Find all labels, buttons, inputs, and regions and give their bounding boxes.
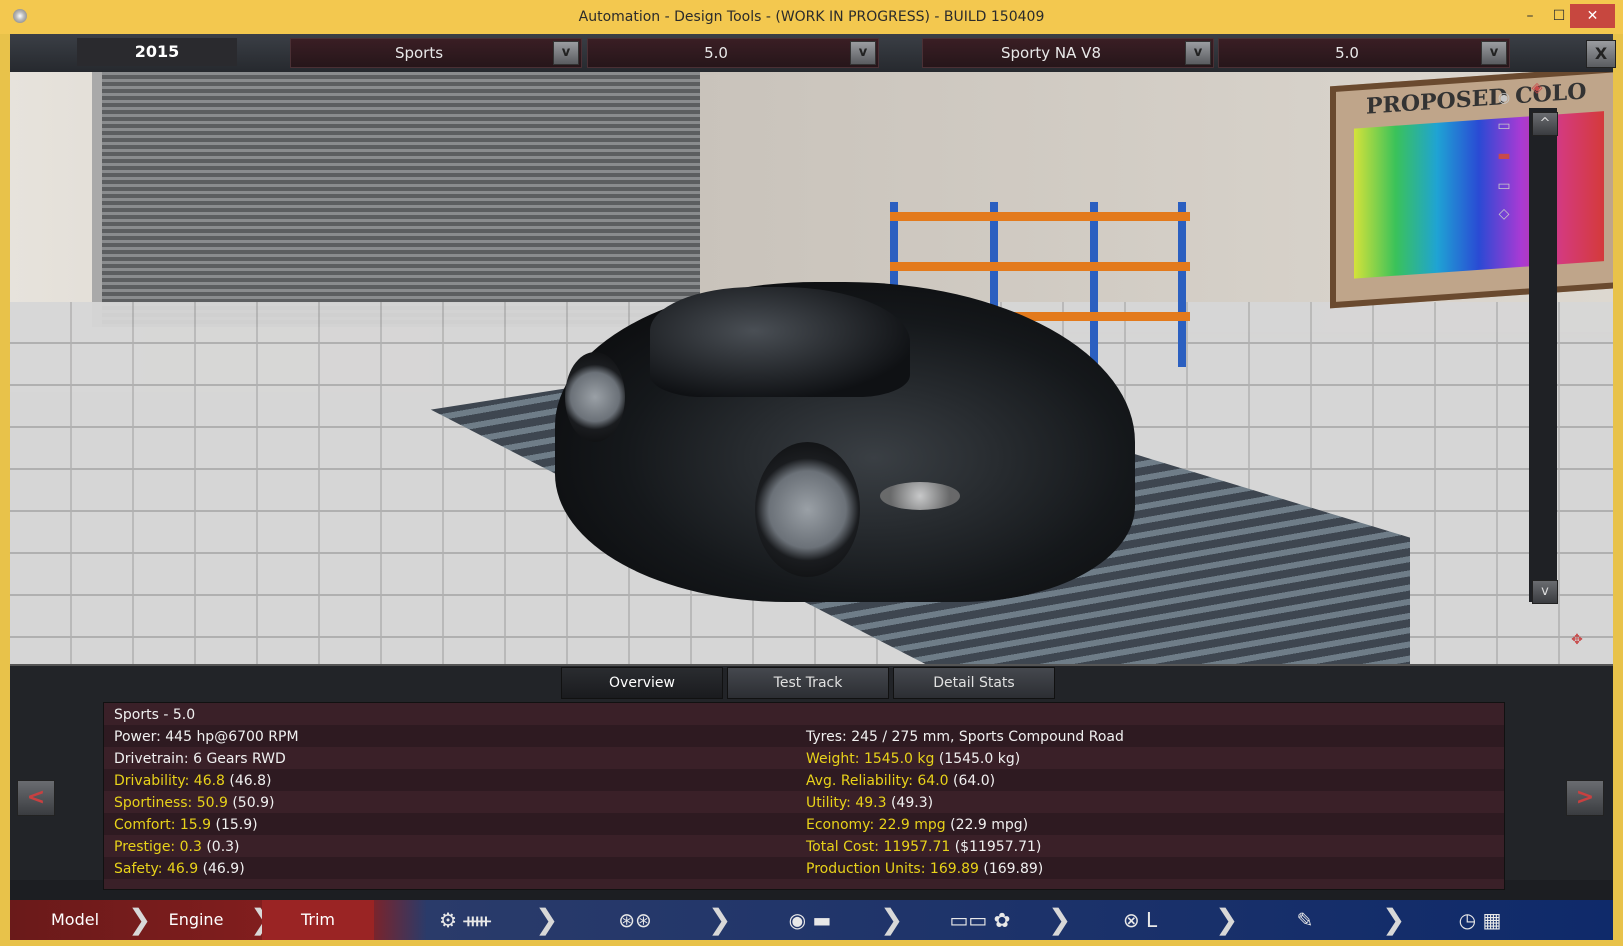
tab-detail-stats[interactable]: Detail Stats xyxy=(893,667,1055,699)
minimize-button[interactable]: – xyxy=(1515,4,1545,28)
color-picker-icon[interactable]: ◈ xyxy=(1520,80,1554,98)
car-rear-wheel xyxy=(565,352,625,442)
stat-drivetrain: Drivetrain: 6 Gears RWD xyxy=(114,751,286,767)
engine-variant-dropdown[interactable]: 5.0 v xyxy=(1218,38,1510,68)
window-titlebar: Automation - Design Tools - (WORK IN PRO… xyxy=(0,0,1623,34)
interior-icon[interactable]: ⊗ L xyxy=(1100,906,1180,934)
car-roof xyxy=(650,287,910,397)
view-scrollbar[interactable] xyxy=(1529,108,1557,602)
stat-economy: Economy: 22.9 mpg (22.9 mpg) xyxy=(806,817,1029,833)
engine-variant-dropdown-button[interactable]: v xyxy=(1481,41,1507,65)
model-variant-label: 5.0 xyxy=(704,44,728,62)
view-top-icon[interactable]: ▭ xyxy=(1487,118,1521,136)
engine-family-label: Sporty NA V8 xyxy=(1001,44,1101,62)
view-side-icon[interactable]: ▬ xyxy=(1487,148,1521,166)
tab-overview[interactable]: Overview xyxy=(561,667,723,699)
stat-power: Power: 445 hp@6700 RPM xyxy=(114,729,299,745)
close-window-button[interactable]: ✕ xyxy=(1570,4,1615,28)
tab-test-track[interactable]: Test Track xyxy=(727,667,889,699)
view-scroll-up-button[interactable]: ^ xyxy=(1532,112,1558,136)
stat-drivability: Drivability: 46.8 (46.8) xyxy=(114,773,272,789)
step-model[interactable]: Model xyxy=(20,900,130,940)
car-headlight xyxy=(880,482,960,510)
test-track-icon[interactable]: ◷ ▦ xyxy=(1440,906,1520,934)
step-chevron-icon: ❯ xyxy=(1215,903,1239,936)
aero-icon[interactable]: ▭▭ ✿ xyxy=(910,906,1050,934)
model-variant-dropdown[interactable]: 5.0 v xyxy=(587,38,879,68)
step-chevron-icon: ❯ xyxy=(1048,903,1072,936)
stat-comfort: Comfort: 15.9 (15.9) xyxy=(114,817,258,833)
stat-utility: Utility: 49.3 (49.3) xyxy=(806,795,934,811)
stat-production-units: Production Units: 169.89 (169.89) xyxy=(806,861,1044,877)
step-trim[interactable]: Trim xyxy=(262,900,374,940)
wheels-icon[interactable]: ⊛⊛ xyxy=(600,906,670,934)
model-family-dropdown-button[interactable]: v xyxy=(553,41,579,65)
step-chevron-icon: ❯ xyxy=(1382,903,1406,936)
model-variant-dropdown-button[interactable]: v xyxy=(850,41,876,65)
color-board: PROPOSED COLO xyxy=(1330,72,1613,309)
engine-variant-label: 5.0 xyxy=(1335,44,1359,62)
stat-safety: Safety: 46.9 (46.9) xyxy=(114,861,245,877)
stats-grid: Sports - 5.0 Power: 445 hp@6700 RPM Driv… xyxy=(103,702,1505,890)
previous-button[interactable]: < xyxy=(17,780,55,816)
stat-model-name: Sports - 5.0 xyxy=(114,707,196,723)
stat-total-cost: Total Cost: 11957.71 ($11957.71) xyxy=(806,839,1042,855)
close-design-button[interactable]: X xyxy=(1586,40,1616,68)
design-steps-bar: Model ❯ Engine ❯ Trim ⚙ ᚔ ❯ ⊛⊛ ❯ ◉ ▬ ❯ ▭… xyxy=(10,900,1613,940)
color-swatches xyxy=(1354,111,1604,279)
view-iso-icon[interactable]: ◇ xyxy=(1487,206,1521,224)
engine-family-dropdown-button[interactable]: v xyxy=(1185,41,1211,65)
step-chevron-icon: ❯ xyxy=(880,903,904,936)
tuning-icon[interactable]: ✎ xyxy=(1275,906,1335,934)
selector-bar: 2015 Sports v 5.0 v Sporty NA V8 v 5.0 v… xyxy=(10,34,1616,73)
view-scroll-down-button[interactable]: v xyxy=(1532,580,1558,604)
engine-family-dropdown[interactable]: Sporty NA V8 v xyxy=(922,38,1214,68)
model-family-label: Sports xyxy=(394,44,444,62)
stat-sportiness: Sportiness: 50.9 (50.9) xyxy=(114,795,275,811)
view-front-icon[interactable]: ▭ xyxy=(1487,178,1521,196)
model-family-dropdown[interactable]: Sports v xyxy=(290,38,582,68)
next-button[interactable]: > xyxy=(1566,780,1604,816)
step-chevron-icon: ❯ xyxy=(535,903,559,936)
stat-reliability: Avg. Reliability: 64.0 (64.0) xyxy=(806,773,996,789)
body-fixture-icon[interactable]: ◉ ▬ xyxy=(770,906,850,934)
year-display: 2015 xyxy=(77,38,237,66)
stat-tyres: Tyres: 245 / 275 mm, Sports Compound Roa… xyxy=(806,729,1124,745)
garage-shutter xyxy=(92,72,712,327)
step-chevron-icon: ❯ xyxy=(708,903,732,936)
step-engine[interactable]: Engine xyxy=(140,900,252,940)
car-viewport[interactable]: PROPOSED COLO xyxy=(10,72,1613,664)
maximize-button[interactable]: ☐ xyxy=(1545,4,1573,28)
camera-view-icon[interactable]: ◉ xyxy=(1487,90,1521,108)
car-front-wheel xyxy=(755,442,860,577)
stat-prestige: Prestige: 0.3 (0.3) xyxy=(114,839,240,855)
window-title: Automation - Design Tools - (WORK IN PRO… xyxy=(578,9,1045,25)
gearbox-icon[interactable]: ⚙ ᚔ xyxy=(430,906,500,934)
rotate-view-icon[interactable]: ✥ xyxy=(1560,632,1594,650)
stat-weight: Weight: 1545.0 kg (1545.0 kg) xyxy=(806,751,1021,767)
